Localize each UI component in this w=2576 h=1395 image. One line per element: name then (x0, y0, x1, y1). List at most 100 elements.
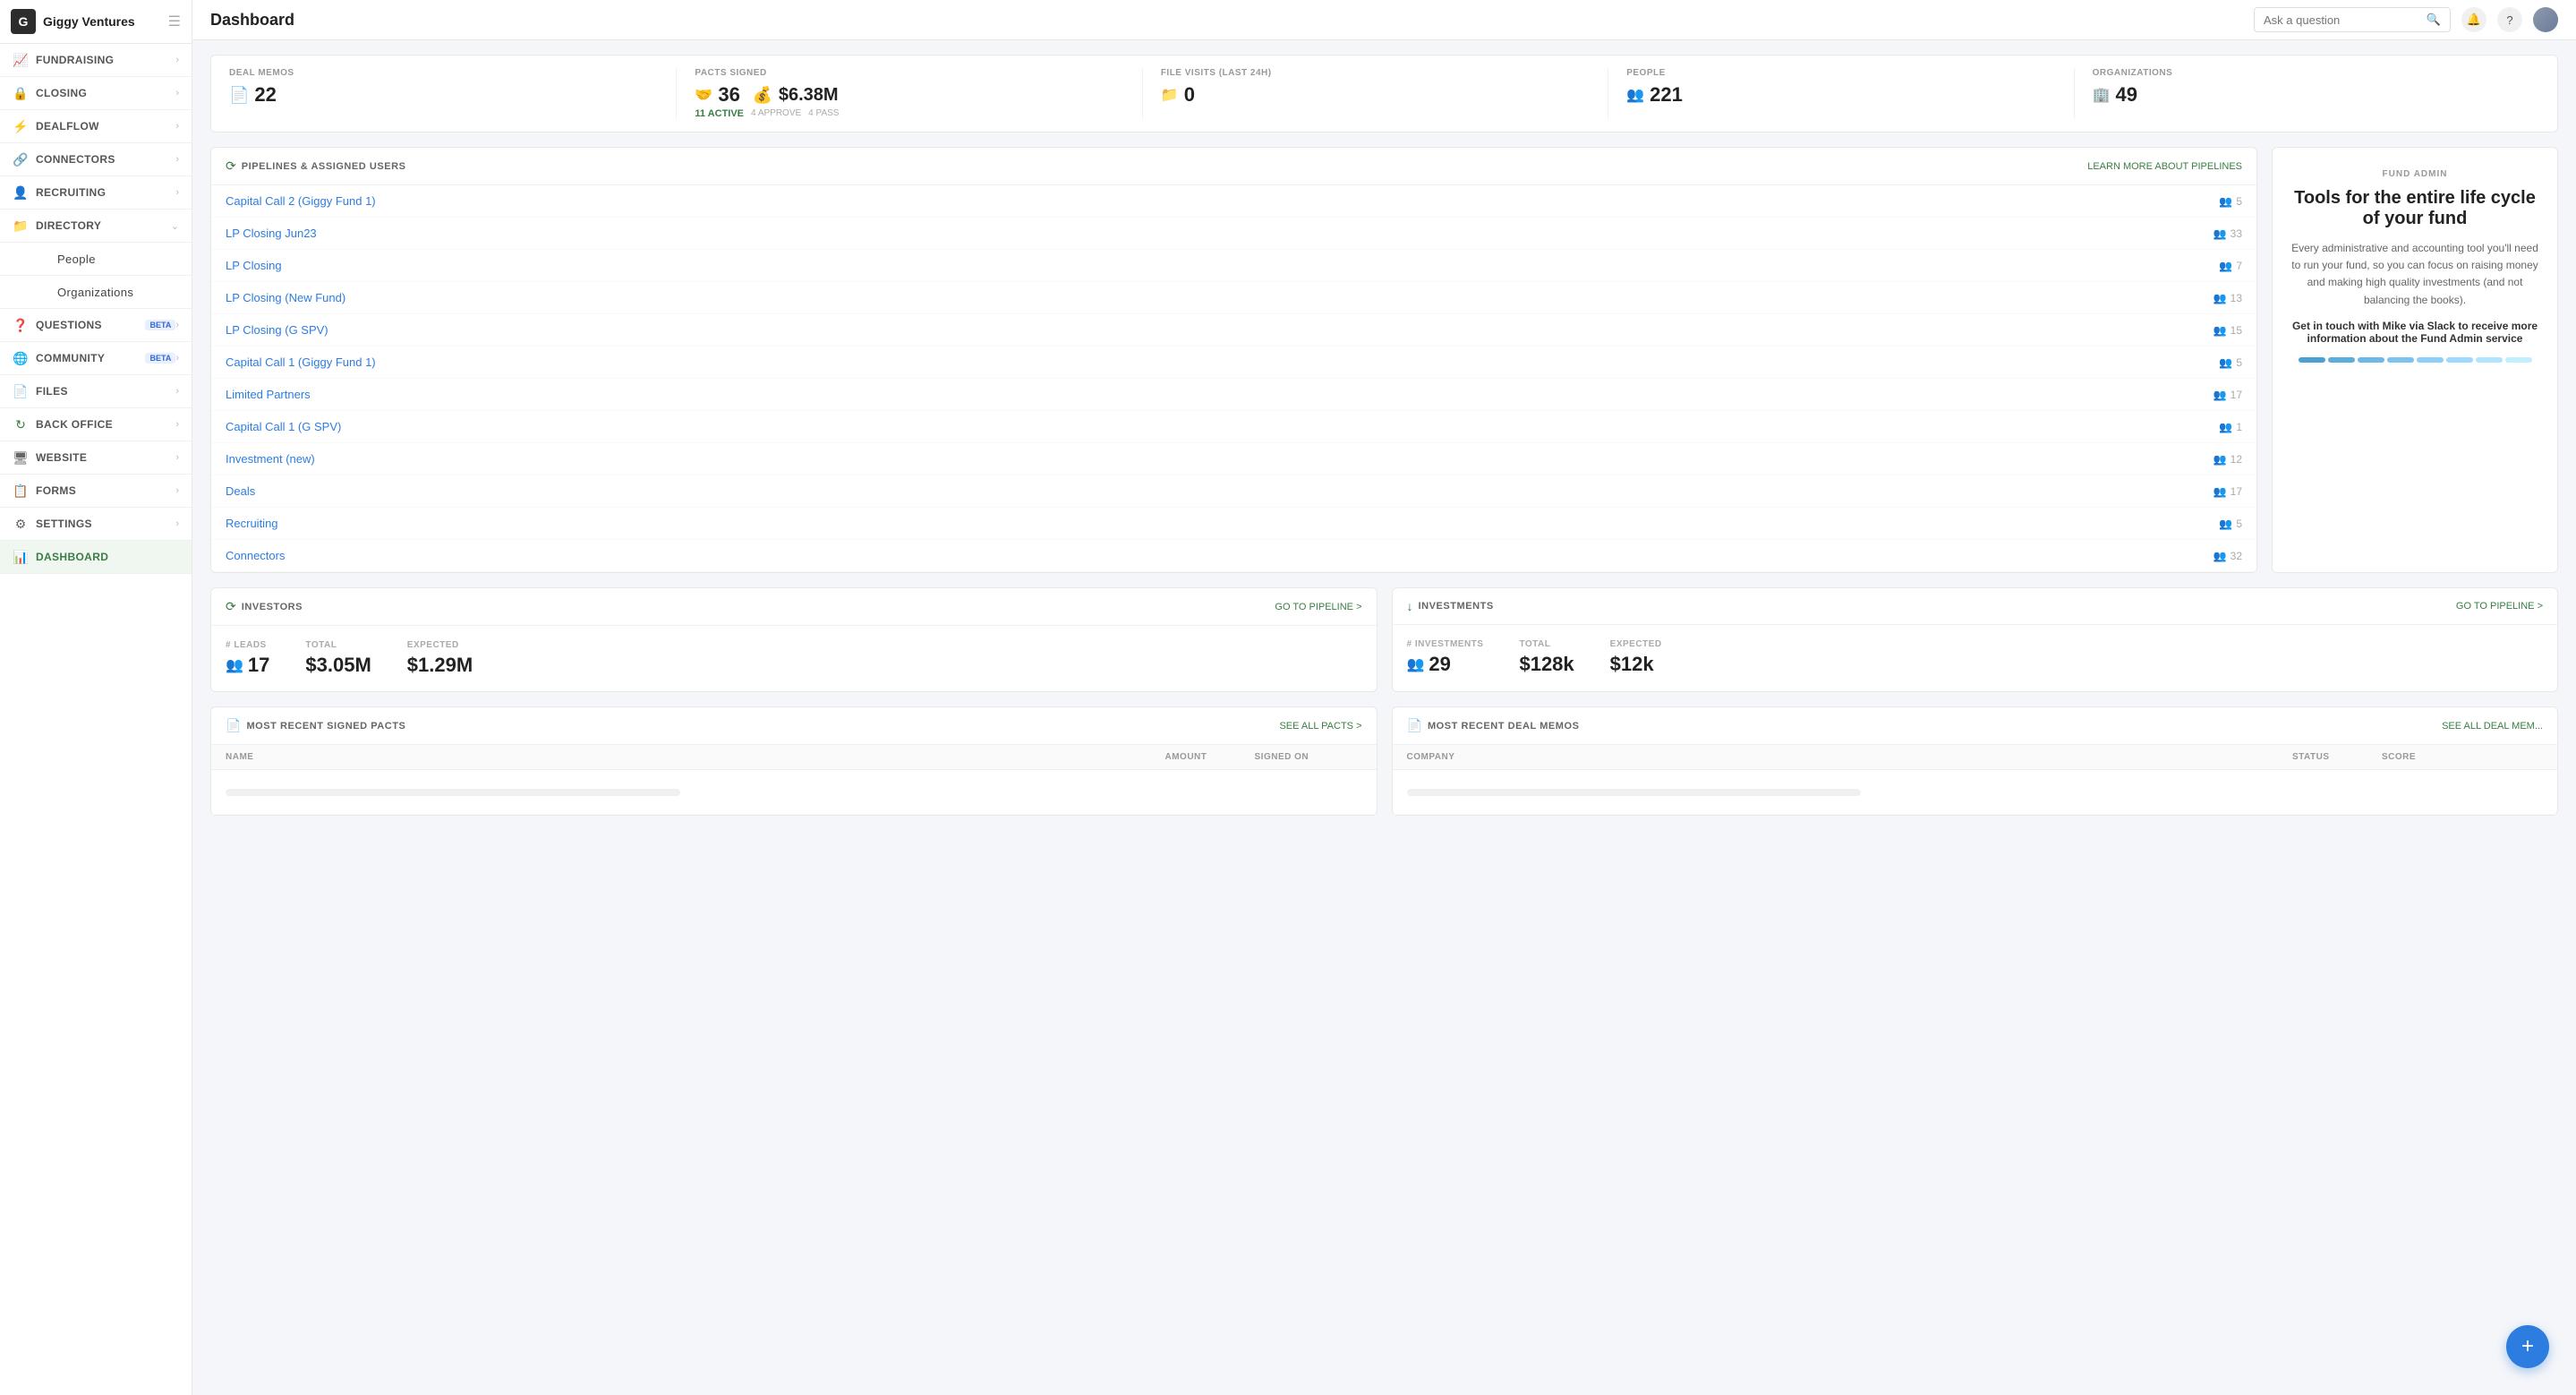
users-icon: 👥 (2219, 518, 2232, 530)
sidebar-item-community[interactable]: 🌐 COMMUNITY BETA › (0, 342, 192, 375)
sidebar-item-label: FORMS (36, 484, 175, 497)
pipeline-row[interactable]: LP Closing (New Fund) 👥 13 (211, 282, 2256, 314)
sidebar-item-fundraising[interactable]: 📈 FUNDRAISING › (0, 44, 192, 77)
memos-score-col: SCORE (2382, 752, 2471, 762)
chevron-right-icon: › (175, 353, 179, 364)
leads-value: 👥 17 (226, 654, 269, 677)
beta-badge: BETA (145, 320, 175, 330)
organizations-icon (34, 284, 50, 300)
pipeline-user-count: 👥 17 (2213, 389, 2242, 401)
stat-deal-memos: DEAL MEMOS 📄 22 (229, 68, 677, 119)
sidebar-item-dealflow[interactable]: ⚡ DEALFLOW › (0, 110, 192, 143)
fund-bar (2328, 357, 2355, 363)
pipeline-row[interactable]: Limited Partners 👥 17 (211, 379, 2256, 411)
see-all-pacts-link[interactable]: SEE ALL PACTS > (1279, 721, 1361, 732)
investors-leads: # LEADS 👥 17 (226, 640, 269, 677)
org-icon: 🏢 (2093, 86, 2111, 104)
sidebar-item-forms[interactable]: 📋 FORMS › (0, 475, 192, 508)
sidebar-item-connectors[interactable]: 🔗 CONNECTORS › (0, 143, 192, 176)
sidebar-item-questions[interactable]: ❓ QUESTIONS BETA › (0, 309, 192, 342)
sidebar-item-back-office[interactable]: ↻ BACK OFFICE › (0, 408, 192, 441)
inv-total-value: $128k (1519, 653, 1574, 676)
fab-button[interactable]: + (2506, 1325, 2549, 1368)
investments-count-value: 👥 29 (1407, 653, 1484, 676)
users-icon: 👥 (2213, 292, 2227, 304)
inv-expected-label: EXPECTED (1610, 639, 1662, 649)
user-avatar[interactable] (2533, 7, 2558, 32)
file-visits-count: 0 (1184, 83, 1195, 107)
investors-pipeline-link[interactable]: GO TO PIPELINE > (1275, 602, 1361, 612)
search-box[interactable]: 🔍 (2254, 7, 2451, 32)
pipeline-row[interactable]: Recruiting 👥 5 (211, 508, 2256, 540)
pipeline-row[interactable]: Capital Call 1 (Giggy Fund 1) 👥 5 (211, 347, 2256, 379)
search-input[interactable] (2264, 13, 2427, 27)
investments-pipeline-link[interactable]: GO TO PIPELINE > (2456, 601, 2543, 612)
pacts-loading-row (211, 770, 1377, 815)
pacts-header: 📄 MOST RECENT SIGNED PACTS SEE ALL PACTS… (211, 707, 1377, 745)
pipelines-header: ⟳ PIPELINES & ASSIGNED USERS LEARN MORE … (211, 148, 2256, 185)
leads-label: # LEADS (226, 640, 269, 650)
fund-bar (2446, 357, 2473, 363)
sidebar-item-dashboard[interactable]: 📊 DASHBOARD (0, 541, 192, 574)
sidebar-item-label: RECRUITING (36, 186, 175, 199)
expected-value: $1.29M (407, 654, 473, 677)
sidebar-item-website[interactable]: 🖥 WEBSITE › (0, 441, 192, 475)
sidebar-item-files[interactable]: 📄 FILES › (0, 375, 192, 408)
investors-icon: ⟳ (226, 599, 236, 614)
page-title: Dashboard (210, 11, 2243, 30)
sidebar-item-label: CONNECTORS (36, 153, 175, 166)
pipeline-row[interactable]: LP Closing (G SPV) 👥 15 (211, 314, 2256, 347)
pacts-card: 📄 MOST RECENT SIGNED PACTS SEE ALL PACTS… (210, 706, 1378, 816)
pipeline-name: Recruiting (226, 517, 2219, 530)
search-icon: 🔍 (2427, 13, 2441, 27)
users-icon: 👥 (2219, 260, 2232, 272)
users-icon: 👥 (2213, 485, 2227, 498)
chevron-right-icon: › (175, 386, 179, 397)
pipeline-user-count: 👥 15 (2213, 324, 2242, 337)
pipeline-user-count: 👥 32 (2213, 550, 2242, 562)
sidebar-item-label: FILES (36, 385, 175, 398)
pipeline-name: LP Closing Jun23 (226, 227, 2213, 240)
investors-total: TOTAL $3.05M (305, 640, 371, 677)
fund-bar (2299, 357, 2325, 363)
sidebar-item-closing[interactable]: 🔒 CLOSING › (0, 77, 192, 110)
sidebar-item-people[interactable]: People (0, 243, 192, 276)
investments-count: # INVESTMENTS 👥 29 (1407, 639, 1484, 676)
sidebar-item-directory[interactable]: 📁 DIRECTORY ⌄ (0, 210, 192, 243)
stat-label: FILE VISITS (last 24h) (1161, 68, 1590, 78)
pacts-signed-col: SIGNED ON (1255, 752, 1362, 762)
pipelines-list: Capital Call 2 (Giggy Fund 1) 👥 5 LP Clo… (211, 185, 2256, 572)
pacts-col-headers: NAME AMOUNT SIGNED ON (211, 745, 1377, 770)
pipeline-row[interactable]: LP Closing 👥 7 (211, 250, 2256, 282)
pipeline-row[interactable]: Deals 👥 17 (211, 475, 2256, 508)
sidebar-item-label: DEALFLOW (36, 120, 175, 133)
sidebar-header: G Giggy Ventures ☰ (0, 0, 192, 44)
notifications-icon[interactable]: 🔔 (2461, 7, 2486, 32)
chevron-right-icon: › (175, 154, 179, 165)
memos-status-col: STATUS (2292, 752, 2382, 762)
sidebar-item-settings[interactable]: ⚙ SETTINGS › (0, 508, 192, 541)
sidebar-toggle[interactable]: ☰ (168, 13, 181, 30)
pipeline-row[interactable]: Connectors 👥 32 (211, 540, 2256, 572)
pipeline-row[interactable]: Investment (new) 👥 12 (211, 443, 2256, 475)
pipeline-row[interactable]: Capital Call 1 (G SPV) 👥 1 (211, 411, 2256, 443)
fund-admin-title: Tools for the entire life cycle of your … (2290, 188, 2539, 229)
pipeline-row[interactable]: Capital Call 2 (Giggy Fund 1) 👥 5 (211, 185, 2256, 218)
see-all-memos-link[interactable]: SEE ALL DEAL MEM... (2442, 721, 2543, 732)
stat-value: 📄 22 (229, 83, 658, 107)
chevron-down-icon: ⌄ (171, 220, 179, 232)
stat-file-visits: FILE VISITS (last 24h) 📁 0 (1143, 68, 1608, 119)
memos-loading-row (1393, 770, 2558, 815)
website-icon: 🖥 (13, 449, 29, 466)
sidebar-item-organizations[interactable]: Organizations (0, 276, 192, 309)
sidebar-item-recruiting[interactable]: 👤 RECRUITING › (0, 176, 192, 210)
stat-organizations: ORGANIZATIONS 🏢 49 (2075, 68, 2539, 119)
learn-more-pipelines-link[interactable]: LEARN MORE ABOUT PIPELINES (2087, 161, 2242, 172)
files-icon: 📄 (13, 383, 29, 399)
fund-bar (2417, 357, 2444, 363)
help-icon[interactable]: ? (2497, 7, 2522, 32)
pipeline-row[interactable]: LP Closing Jun23 👥 33 (211, 218, 2256, 250)
investments-header: ↓ INVESTMENTS GO TO PIPELINE > (1393, 588, 2558, 625)
pass-count: 4 PASS (808, 108, 839, 119)
fund-bar (2387, 357, 2414, 363)
